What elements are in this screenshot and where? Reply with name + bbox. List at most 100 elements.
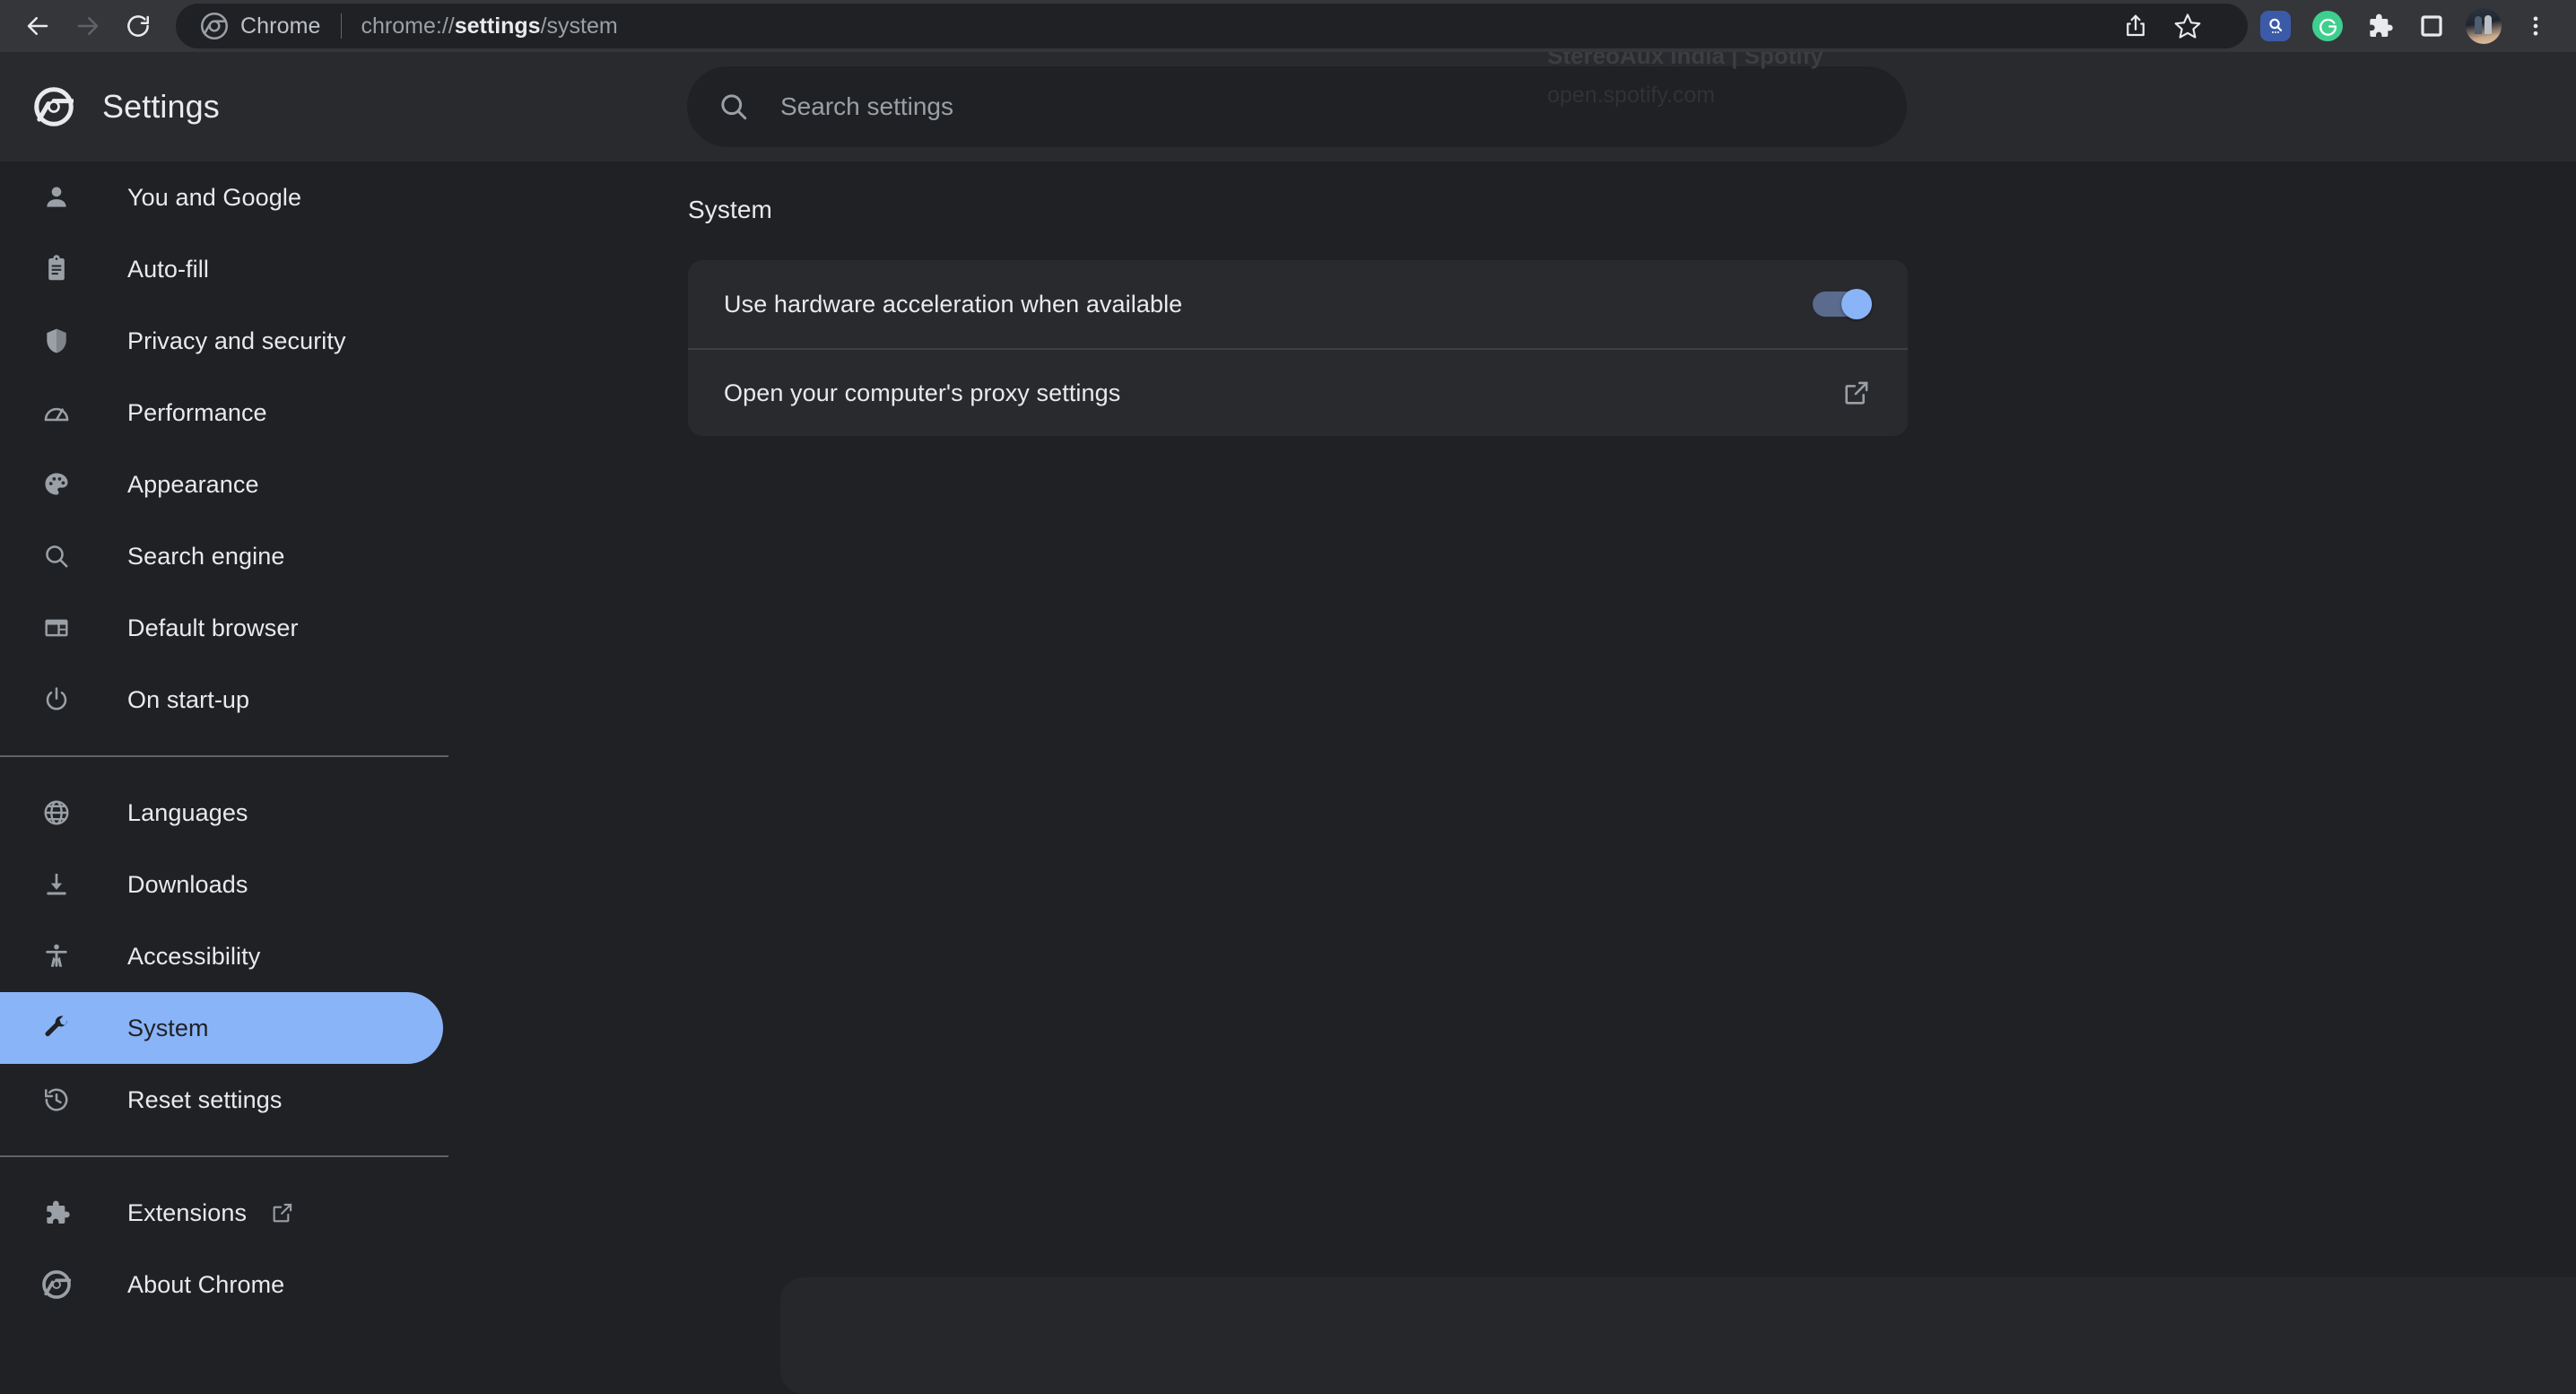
arrow-right-icon: [74, 13, 101, 39]
sidebar-divider-2: [0, 1155, 448, 1157]
row-proxy-settings[interactable]: Open your computer's proxy settings: [688, 348, 1908, 436]
sidebar-item-languages[interactable]: Languages: [0, 777, 502, 849]
sidebar-label: Privacy and security: [127, 327, 346, 355]
sidebar-label: Appearance: [127, 471, 259, 499]
sidebar-item-on-start-up[interactable]: On start-up: [0, 664, 502, 736]
sidebar-label: System: [127, 1015, 209, 1042]
palette-icon: [39, 467, 74, 501]
sidebar-label: Default browser: [127, 614, 299, 642]
chrome-logo-icon: [201, 13, 228, 39]
sidebar-divider-1: [0, 755, 448, 757]
search-input[interactable]: [780, 92, 1907, 121]
sidebar-label: You and Google: [127, 184, 301, 212]
magnifier-glyph: [2265, 15, 2286, 37]
sidebar-label: Auto-fill: [127, 256, 209, 283]
sidebar-label: Extensions: [127, 1199, 247, 1227]
sidebar-label: On start-up: [127, 686, 249, 714]
sidebar-label: Accessibility: [127, 943, 260, 971]
more-menu-icon[interactable]: [2511, 2, 2560, 50]
chrome-logo[interactable]: [34, 87, 74, 126]
puzzle-icon: [39, 1196, 74, 1230]
grammarly-icon[interactable]: [2303, 2, 2352, 50]
download-icon: [39, 867, 74, 902]
url-prefix: chrome://: [361, 13, 455, 39]
speedometer-icon: [39, 396, 74, 430]
toolbar-actions: [2248, 2, 2576, 50]
omnibox-url[interactable]: chrome://settings/system: [361, 13, 618, 39]
sidebar-label: Search engine: [127, 543, 284, 571]
omnibox-chip-label: Chrome: [240, 13, 321, 39]
sidebar-label: Languages: [127, 799, 248, 827]
page-title: Settings: [102, 88, 220, 126]
star-glyph: [2173, 12, 2202, 40]
omnibox-separator: [341, 13, 342, 39]
search-icon: [39, 539, 74, 573]
omnibox[interactable]: Chrome chrome://settings/system: [176, 4, 2248, 48]
forward-button[interactable]: [63, 1, 113, 51]
sidebar-item-search-engine[interactable]: Search engine: [0, 520, 502, 592]
globe-icon: [39, 796, 74, 830]
system-settings-card: Use hardware acceleration when available…: [688, 260, 1908, 436]
sidebar-label: Downloads: [127, 871, 248, 899]
url-suffix: /system: [541, 13, 618, 39]
sidebar-item-appearance[interactable]: Appearance: [0, 449, 502, 520]
sidebar-item-default-browser[interactable]: Default browser: [0, 592, 502, 664]
share-glyph: [2122, 13, 2149, 39]
accessibility-icon: [39, 939, 74, 973]
toggle-knob: [1841, 289, 1872, 319]
row-label: Use hardware acceleration when available: [724, 291, 1182, 318]
settings-sidebar: You and Google Auto-fill Privacy and sec…: [0, 161, 502, 1358]
side-panel-icon[interactable]: [2407, 2, 2456, 50]
wrench-icon: [39, 1011, 74, 1045]
extensions-puzzle-icon[interactable]: [2355, 2, 2404, 50]
search-settings-box[interactable]: [687, 66, 1907, 147]
sidebar-item-auto-fill[interactable]: Auto-fill: [0, 233, 502, 305]
bookmark-star-icon[interactable]: [2163, 2, 2212, 50]
kebab-glyph: [2523, 13, 2548, 39]
sidebar-item-extensions[interactable]: Extensions: [0, 1177, 502, 1249]
external-link-glyph: [1841, 378, 1872, 408]
extension-search-icon[interactable]: [2251, 2, 2300, 50]
reload-button[interactable]: [113, 1, 163, 51]
external-link-icon: [270, 1200, 295, 1225]
arrow-left-icon: [24, 13, 51, 39]
profile-avatar[interactable]: [2459, 2, 2508, 50]
clipboard-icon: [39, 252, 74, 286]
url-bold: settings: [455, 13, 541, 39]
external-link-icon[interactable]: [1841, 378, 1872, 408]
row-hardware-acceleration[interactable]: Use hardware acceleration when available: [688, 260, 1908, 348]
avatar-image: [2466, 8, 2502, 44]
puzzle-glyph: [2365, 12, 2394, 40]
sidebar-item-you-and-google[interactable]: You and Google: [0, 161, 502, 233]
side-panel-glyph: [2418, 13, 2445, 39]
back-button[interactable]: [13, 1, 63, 51]
shield-icon: [39, 324, 74, 358]
omnibox-chrome-chip: Chrome: [201, 13, 321, 39]
settings-main: System Use hardware acceleration when av…: [502, 161, 2576, 1358]
sidebar-item-performance[interactable]: Performance: [0, 377, 502, 449]
sidebar-item-accessibility[interactable]: Accessibility: [0, 920, 502, 992]
sidebar-item-reset-settings[interactable]: Reset settings: [0, 1064, 502, 1136]
history-icon: [39, 1083, 74, 1117]
omnibox-inline-actions: [2108, 2, 2228, 50]
extension-search-badge: [2260, 11, 2291, 41]
person-icon: [39, 180, 74, 214]
grammarly-g-glyph: [2317, 15, 2339, 38]
share-icon[interactable]: [2111, 2, 2160, 50]
sidebar-item-downloads[interactable]: Downloads: [0, 849, 502, 920]
browser-window-icon: [39, 611, 74, 645]
grammarly-badge: [2312, 11, 2343, 41]
power-icon: [39, 683, 74, 717]
bottom-overlay-panel: [780, 1277, 2576, 1394]
sidebar-label: Performance: [127, 399, 267, 427]
sidebar-label: Reset settings: [127, 1086, 282, 1114]
hardware-acceleration-toggle[interactable]: [1813, 289, 1872, 319]
row-label: Open your computer's proxy settings: [724, 379, 1120, 407]
sidebar-item-privacy-and-security[interactable]: Privacy and security: [0, 305, 502, 377]
sidebar-item-about-chrome[interactable]: About Chrome: [0, 1249, 502, 1320]
sidebar-label: About Chrome: [127, 1271, 284, 1299]
chrome-grey-icon: [39, 1268, 74, 1302]
search-icon: [718, 91, 750, 123]
browser-toolbar: Chrome chrome://settings/system: [0, 0, 2576, 52]
sidebar-item-system[interactable]: System: [0, 992, 443, 1064]
